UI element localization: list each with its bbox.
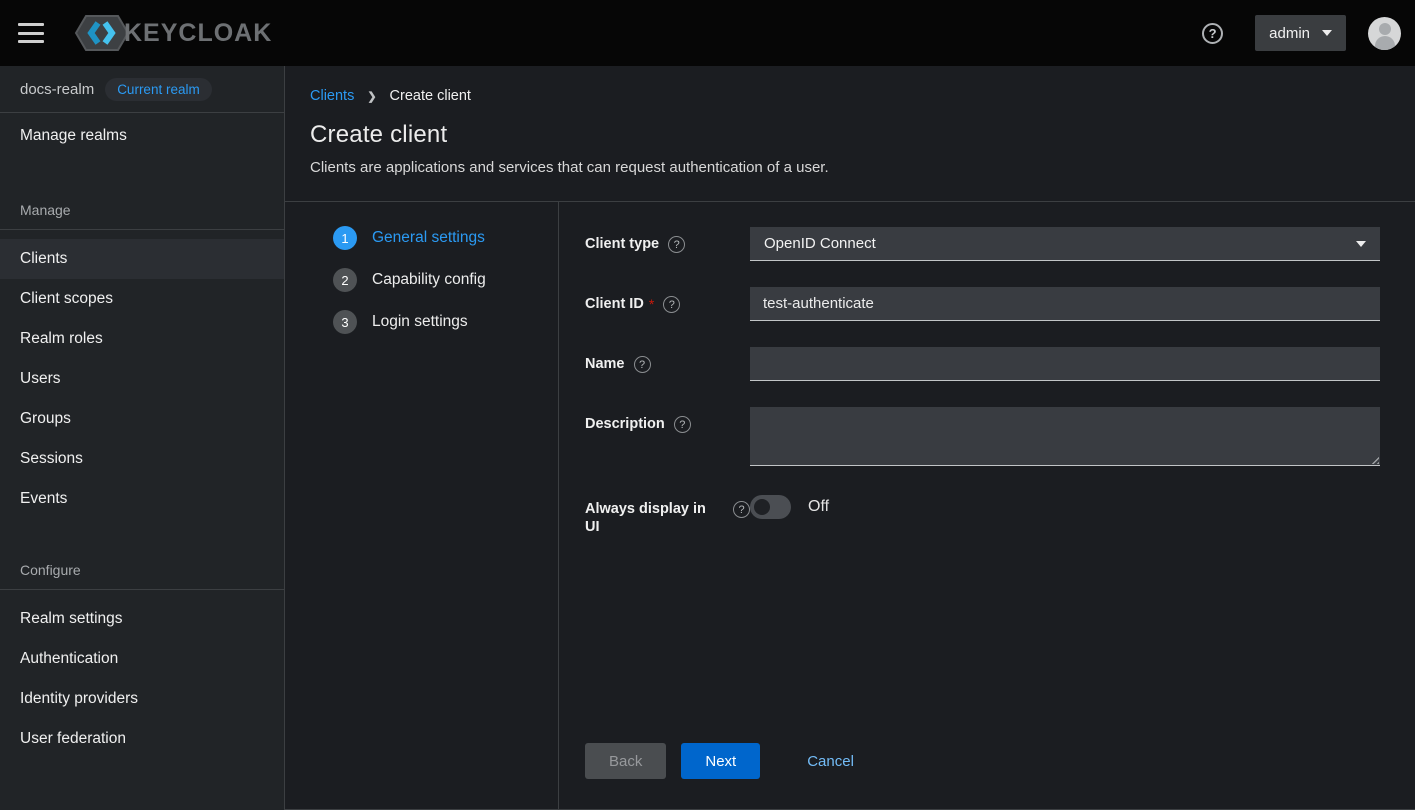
client-id-help-icon[interactable]: ? — [663, 296, 681, 313]
help-icon[interactable]: ? — [1202, 22, 1224, 44]
keycloak-hexagon-icon — [74, 15, 130, 51]
step-label: Login settings — [372, 313, 468, 330]
page-title: Create client — [310, 121, 448, 148]
toggle-state-label: Off — [808, 498, 830, 515]
wizard-step-login-settings[interactable]: 3 Login settings — [333, 308, 558, 336]
general-settings-form: Client type ? OpenID Connect Client ID * — [558, 202, 1415, 809]
sidebar-item-authentication[interactable]: Authentication — [0, 639, 284, 679]
name-help-icon[interactable]: ? — [633, 356, 651, 373]
cancel-button[interactable]: Cancel — [807, 743, 854, 779]
sidebar-item-identity-providers[interactable]: Identity providers — [0, 679, 284, 719]
step-number-badge: 1 — [333, 226, 357, 250]
sidebar-item-realm-roles[interactable]: Realm roles — [0, 319, 284, 359]
keycloak-logo: KEYCLOAK — [72, 12, 272, 54]
always-display-toggle[interactable] — [750, 495, 791, 519]
create-client-wizard: 1 General settings 2 Capability config 3… — [285, 202, 1415, 810]
main-content: Clients ❯ Create client Create client Cl… — [285, 66, 1415, 810]
wizard-step-capability-config[interactable]: 2 Capability config — [333, 266, 558, 294]
step-number-badge: 3 — [333, 310, 357, 334]
sidebar-item-realm-settings[interactable]: Realm settings — [0, 599, 284, 639]
always-display-help-icon[interactable]: ? — [733, 501, 750, 518]
name-row: Name ? — [585, 347, 1380, 381]
breadcrumb-clients-link[interactable]: Clients — [310, 88, 354, 104]
sidebar-item-events[interactable]: Events — [0, 479, 284, 519]
description-help-icon[interactable]: ? — [673, 416, 691, 433]
sidebar-item-clients[interactable]: Clients — [0, 239, 284, 279]
sidebar-item-client-scopes[interactable]: Client scopes — [0, 279, 284, 319]
client-type-select[interactable]: OpenID Connect — [750, 227, 1380, 261]
masthead: KEYCLOAK ? admin — [0, 0, 1415, 66]
sidebar-item-users[interactable]: Users — [0, 359, 284, 399]
wizard-steps-nav: 1 General settings 2 Capability config 3… — [285, 202, 558, 809]
page-subtitle: Clients are applications and services th… — [310, 159, 829, 176]
sidebar: docs-realm Current realm Manage realms M… — [0, 66, 285, 810]
step-number-badge: 2 — [333, 268, 357, 292]
client-type-label: Client type — [585, 236, 660, 252]
description-row: Description ? — [585, 407, 1380, 466]
breadcrumb-chevron-icon: ❯ — [367, 90, 377, 103]
client-id-row: Client ID * ? — [585, 287, 1380, 321]
required-asterisk: * — [648, 296, 655, 312]
client-type-row: Client type ? OpenID Connect — [585, 227, 1380, 261]
avatar[interactable] — [1368, 16, 1401, 50]
chevron-down-icon — [1322, 30, 1332, 36]
name-label: Name — [585, 356, 625, 372]
name-input[interactable] — [750, 347, 1380, 381]
toggle-knob — [754, 499, 770, 515]
always-display-label: Always display in UI — [585, 501, 706, 535]
realm-selector[interactable]: docs-realm Current realm — [0, 66, 284, 113]
nav-toggle-icon[interactable] — [18, 23, 44, 43]
brand-text: KEYCLOAK — [124, 18, 273, 47]
sidebar-group-configure: Configure — [0, 562, 284, 590]
user-menu-label: admin — [1269, 24, 1310, 42]
description-textarea[interactable] — [750, 407, 1380, 466]
sidebar-group-manage: Manage — [0, 202, 284, 230]
sidebar-item-groups[interactable]: Groups — [0, 399, 284, 439]
realm-name: docs-realm — [20, 80, 95, 98]
client-type-help-icon[interactable]: ? — [668, 236, 686, 253]
step-label: General settings — [372, 229, 485, 246]
breadcrumb-current: Create client — [389, 88, 471, 104]
client-type-value: OpenID Connect — [764, 235, 876, 252]
user-menu-dropdown[interactable]: admin — [1255, 15, 1346, 51]
sidebar-item-user-federation[interactable]: User federation — [0, 719, 284, 759]
description-label: Description — [585, 416, 665, 432]
wizard-actions: Back Next Cancel — [585, 743, 1380, 779]
step-label: Capability config — [372, 271, 486, 288]
chevron-down-icon — [1356, 240, 1366, 247]
wizard-step-general-settings[interactable]: 1 General settings — [333, 224, 558, 252]
client-id-input[interactable] — [750, 287, 1380, 321]
breadcrumb: Clients ❯ Create client — [310, 88, 1385, 104]
always-display-row: Always display in UI ? Off — [585, 492, 1380, 536]
current-realm-badge: Current realm — [105, 77, 212, 101]
sidebar-item-sessions[interactable]: Sessions — [0, 439, 284, 479]
page-header: Clients ❯ Create client Create client Cl… — [285, 66, 1415, 202]
next-button[interactable]: Next — [681, 743, 761, 779]
client-id-label: Client ID — [585, 296, 644, 312]
back-button[interactable]: Back — [585, 743, 667, 779]
sidebar-item-manage-realms[interactable]: Manage realms — [0, 113, 284, 159]
